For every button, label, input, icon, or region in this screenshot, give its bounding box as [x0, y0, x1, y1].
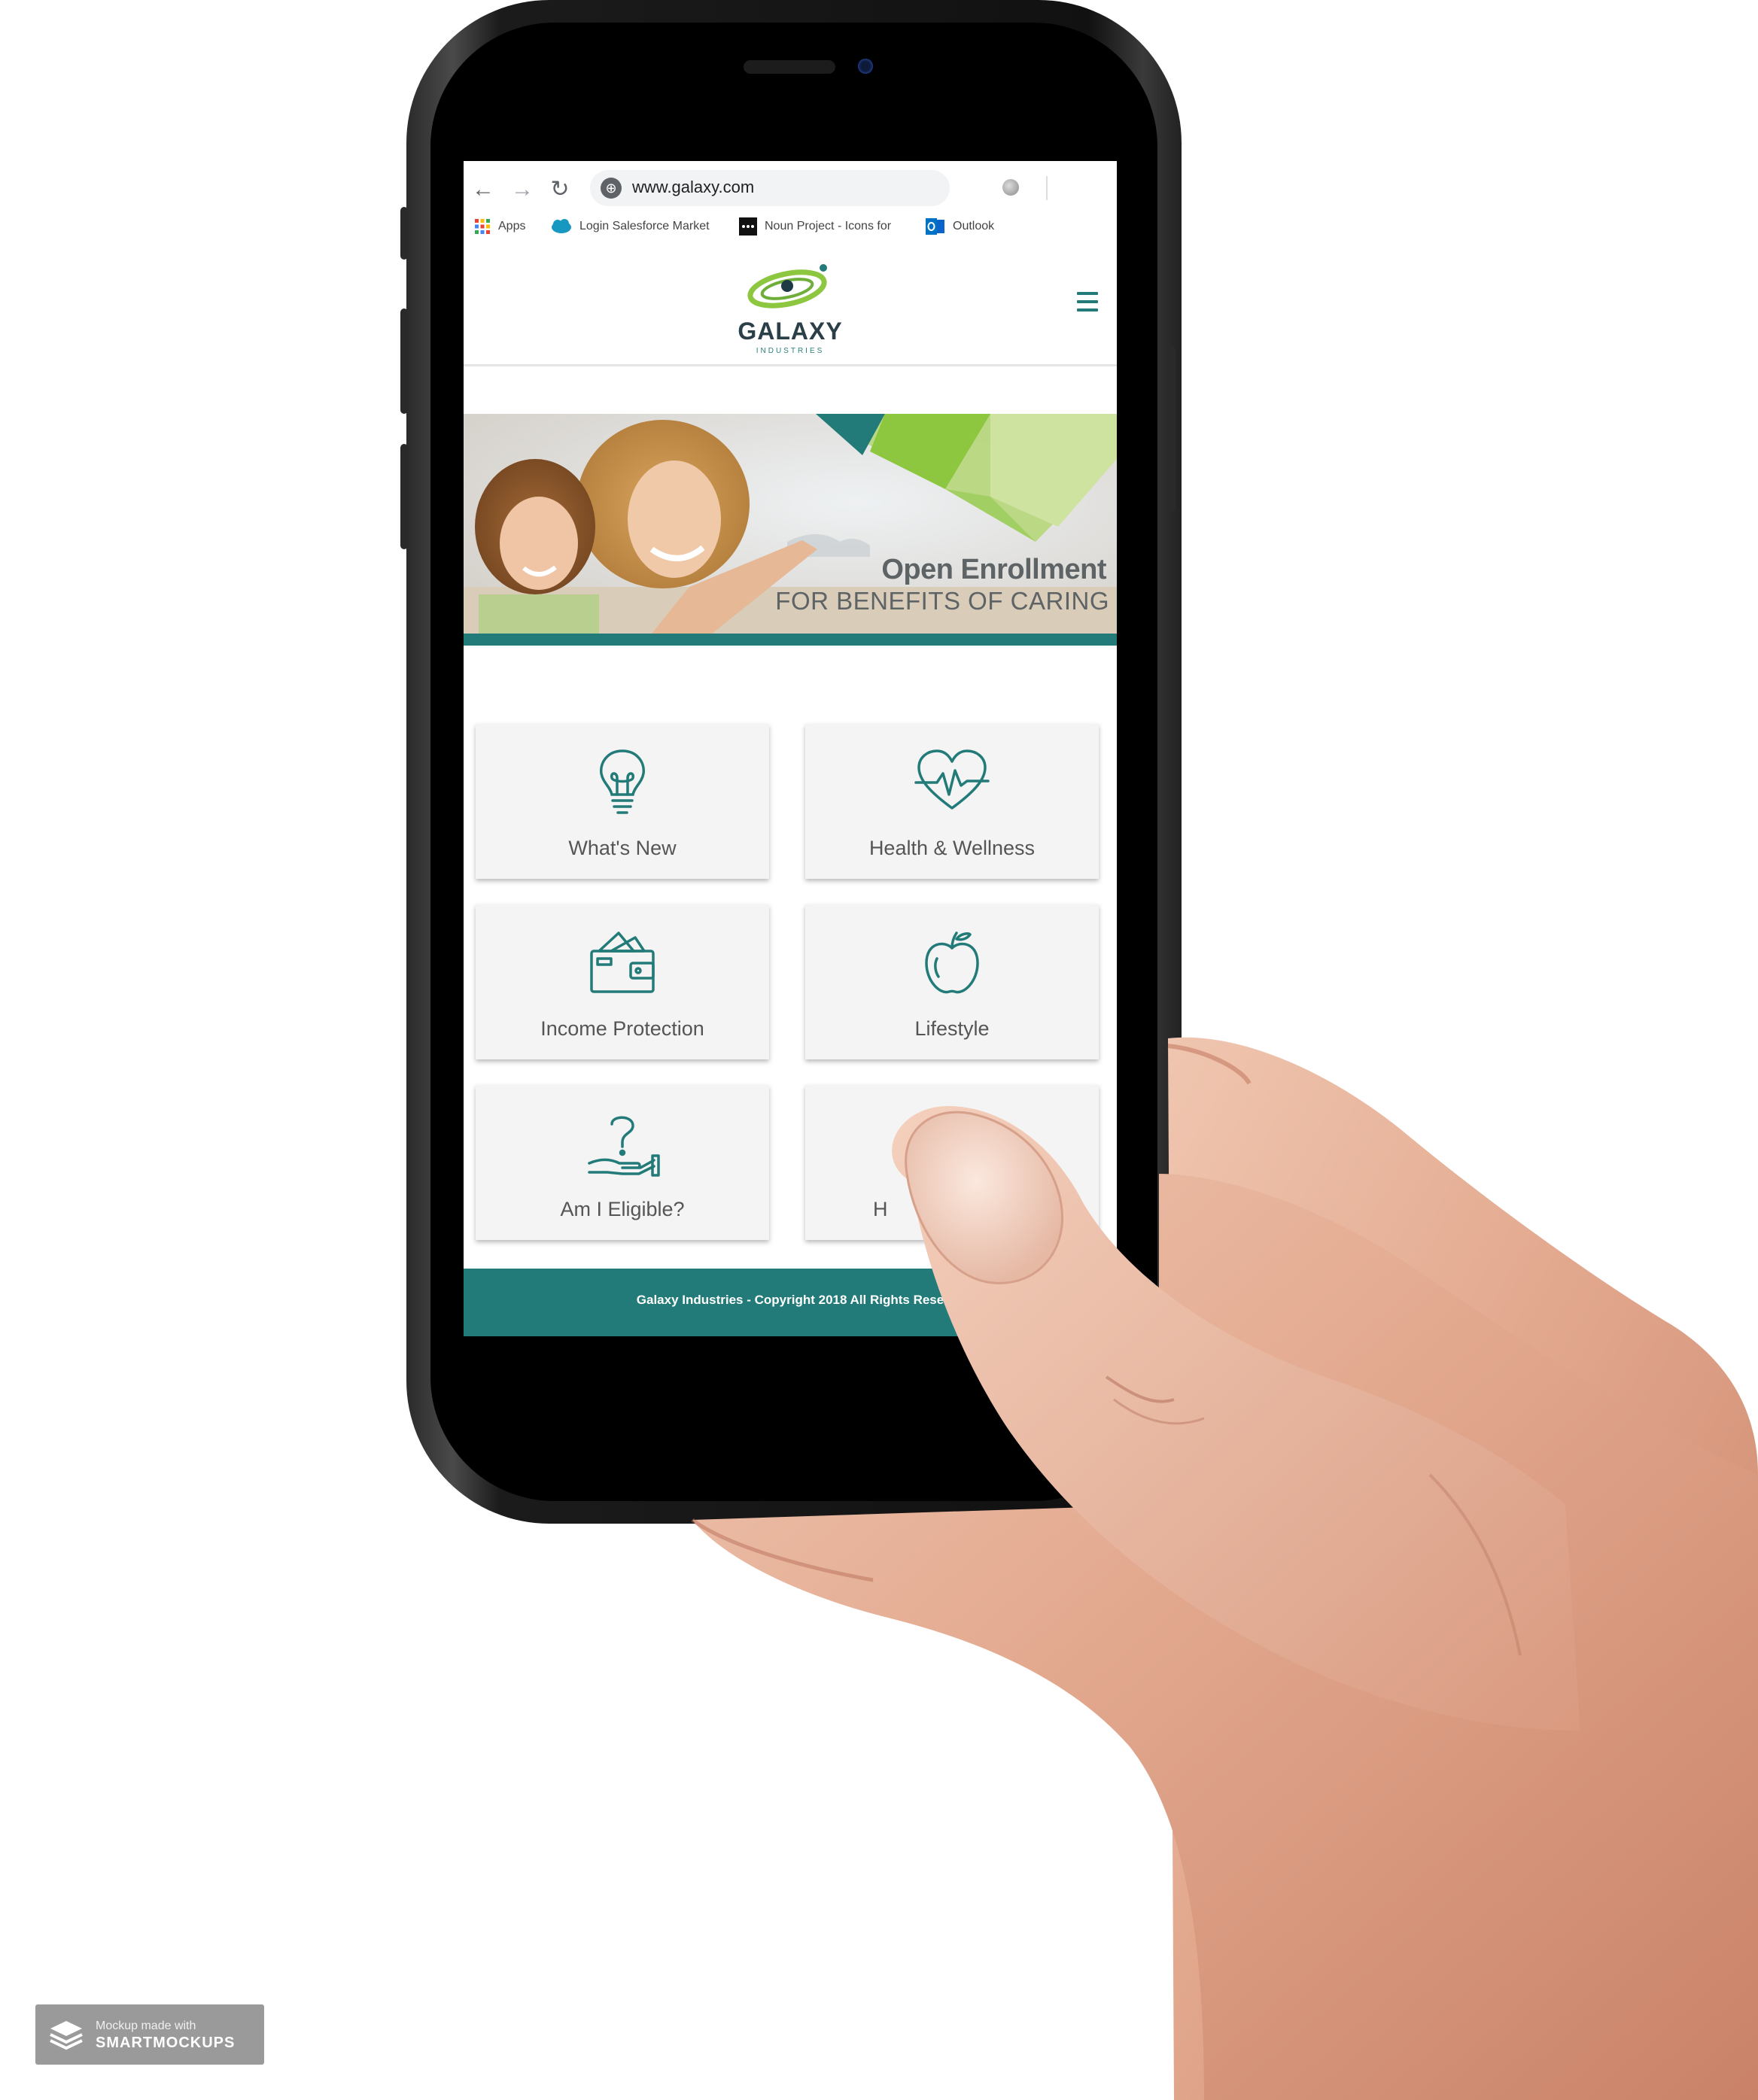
watermark-line1: Mockup made with [96, 2019, 196, 2032]
hand-holding-phone [691, 1037, 1758, 2100]
watermark-line2: SMARTMOCKUPS [96, 2035, 236, 2051]
layers-icon [50, 2021, 83, 2050]
smartmockups-watermark: Mockup made with SMARTMOCKUPS [35, 2004, 264, 2065]
